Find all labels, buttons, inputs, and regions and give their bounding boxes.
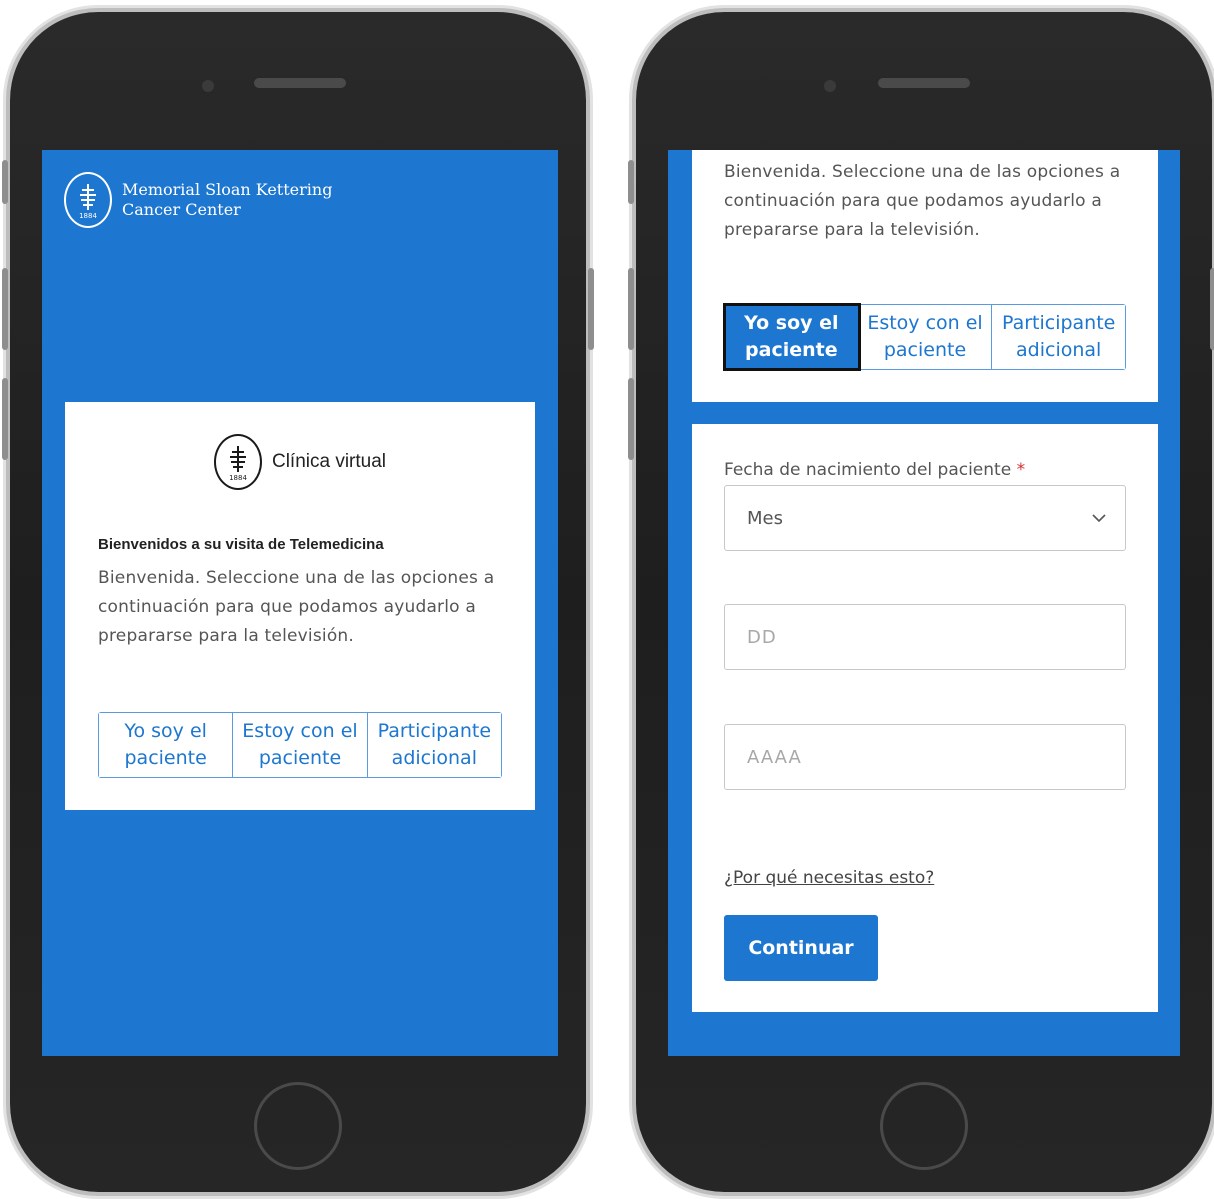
option-with-patient[interactable]: Estoy con el paciente	[233, 713, 368, 777]
year-input[interactable]	[747, 746, 1125, 768]
mute-switch	[2, 160, 8, 204]
phone-right: Bienvenida. Seleccione una de las opcion…	[628, 12, 1214, 1192]
card-title-row: 1884 Clínica virtual	[65, 434, 535, 490]
why-need-this-link[interactable]: ¿Por qué necesitas esto?	[724, 868, 934, 888]
day-input[interactable]	[747, 626, 1125, 648]
front-camera	[202, 80, 214, 92]
phone-left: 1884 Memorial Sloan Kettering Cancer Cen…	[2, 12, 594, 1192]
month-select-value: Mes	[747, 507, 783, 529]
brand-header: 1884 Memorial Sloan Kettering Cancer Cen…	[64, 172, 332, 228]
day-field[interactable]	[724, 604, 1126, 670]
welcome-body: Bienvenida. Seleccione una de las opcion…	[98, 568, 495, 646]
option-i-am-patient[interactable]: Yo soy el paciente	[99, 713, 234, 777]
home-button	[880, 1082, 968, 1170]
power-button	[588, 268, 594, 350]
option-additional-participant[interactable]: Participante adicional	[992, 305, 1126, 369]
year-field[interactable]	[724, 724, 1126, 790]
dob-form-card: Fecha de nacimiento del paciente * Mes ¿…	[692, 424, 1158, 1012]
msk-logo-icon: 1884	[213, 434, 262, 490]
participant-type-selector: Yo soy el paciente Estoy con el paciente…	[98, 712, 502, 778]
mute-switch	[628, 160, 634, 204]
card-title: Clínica virtual	[271, 451, 387, 472]
option-i-am-patient[interactable]: Yo soy el paciente	[723, 303, 861, 371]
required-mark: *	[1016, 460, 1026, 480]
option-with-patient[interactable]: Estoy con el paciente	[858, 305, 993, 369]
brand-name: Memorial Sloan Kettering Cancer Center	[122, 180, 332, 220]
screen-left: 1884 Memorial Sloan Kettering Cancer Cen…	[42, 150, 558, 1056]
earpiece-speaker	[254, 78, 346, 88]
logo-year: 1884	[79, 212, 97, 220]
brand-name-line2: Cancer Center	[122, 200, 241, 219]
front-camera	[824, 80, 836, 92]
welcome-card: 1884 Clínica virtual Bienvenidos a su vi…	[65, 402, 535, 810]
msk-logo-icon: 1884	[64, 172, 112, 228]
welcome-heading: Bienvenidos a su visita de Telemedicina	[98, 536, 384, 553]
dob-label-text: Fecha de nacimiento del paciente	[724, 460, 1012, 480]
welcome-body: Bienvenida. Seleccione una de las opcion…	[724, 162, 1121, 240]
participant-card: Bienvenida. Seleccione una de las opcion…	[692, 150, 1158, 402]
logo-year: 1884	[229, 474, 247, 482]
volume-up-button	[2, 268, 8, 350]
continue-button[interactable]: Continuar	[724, 915, 878, 981]
month-select[interactable]: Mes	[724, 485, 1126, 551]
volume-down-button	[628, 378, 634, 460]
option-additional-participant[interactable]: Participante adicional	[367, 713, 501, 777]
earpiece-speaker	[878, 78, 970, 88]
brand-name-line1: Memorial Sloan Kettering	[122, 180, 333, 199]
volume-down-button	[2, 378, 8, 460]
participant-type-selector: Yo soy el paciente Estoy con el paciente…	[723, 303, 1126, 371]
volume-up-button	[628, 268, 634, 350]
home-button	[254, 1082, 342, 1170]
power-button	[1210, 268, 1214, 350]
screen-right: Bienvenida. Seleccione una de las opcion…	[668, 150, 1180, 1056]
chevron-down-icon	[1092, 514, 1106, 523]
dob-label: Fecha de nacimiento del paciente *	[724, 460, 1025, 480]
